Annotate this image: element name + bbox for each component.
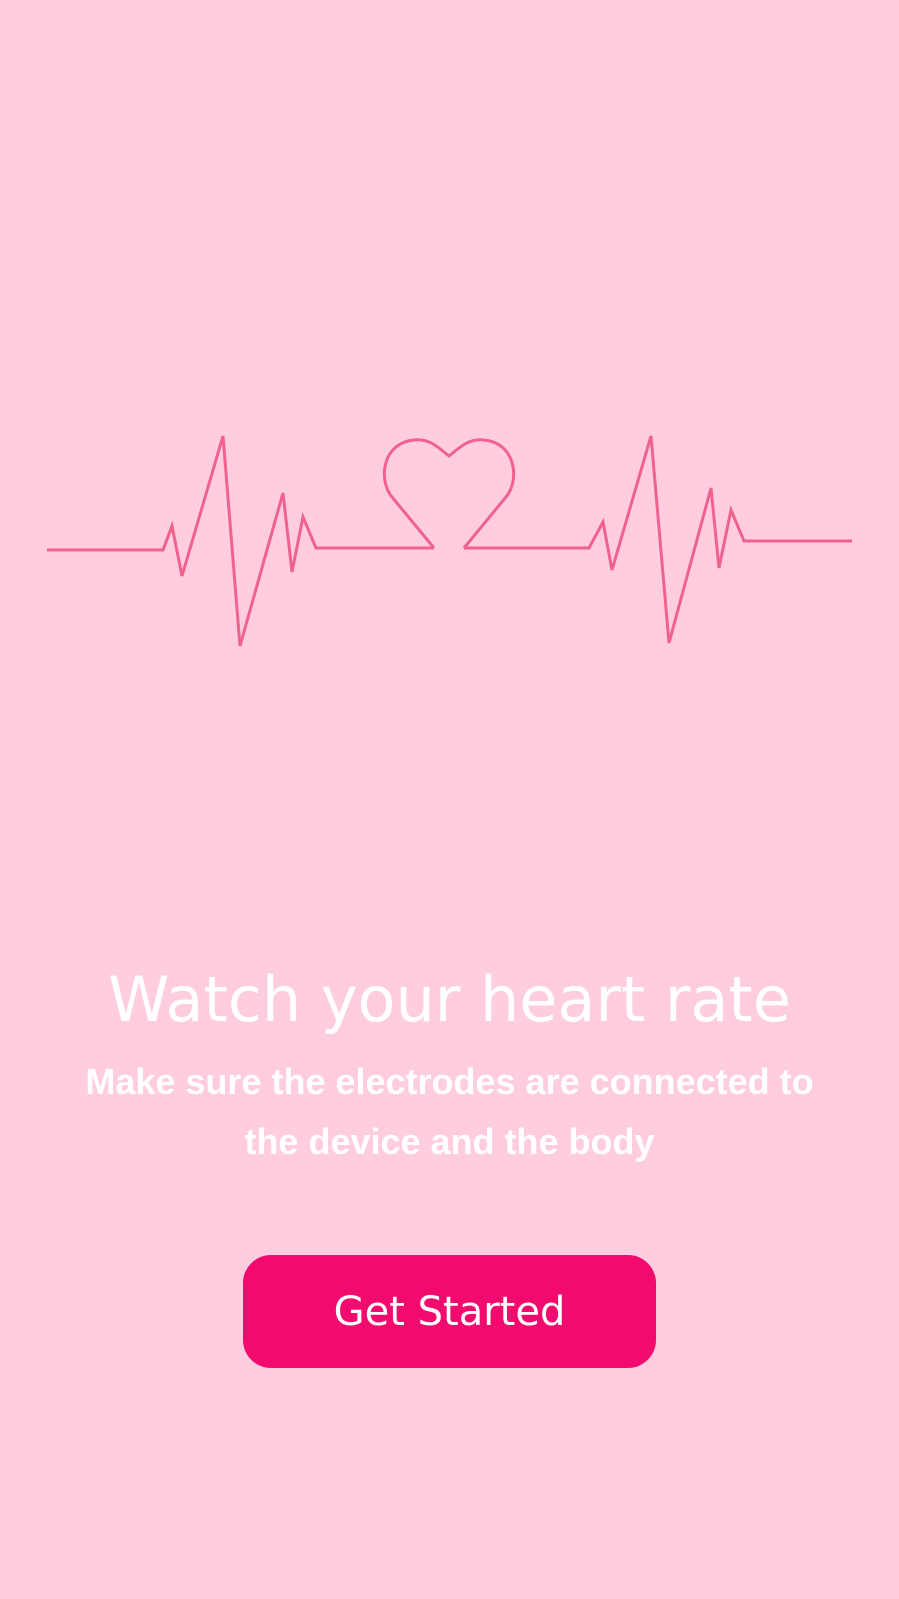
page-title: Watch your heart rate (108, 963, 791, 1036)
heartbeat-ecg-icon (0, 400, 899, 660)
instruction-text: Make sure the electrodes are connected t… (85, 1061, 814, 1162)
onboarding-screen: Watch your heart rate Make sure the elec… (0, 0, 899, 1599)
get-started-button[interactable]: Get Started (243, 1255, 656, 1368)
